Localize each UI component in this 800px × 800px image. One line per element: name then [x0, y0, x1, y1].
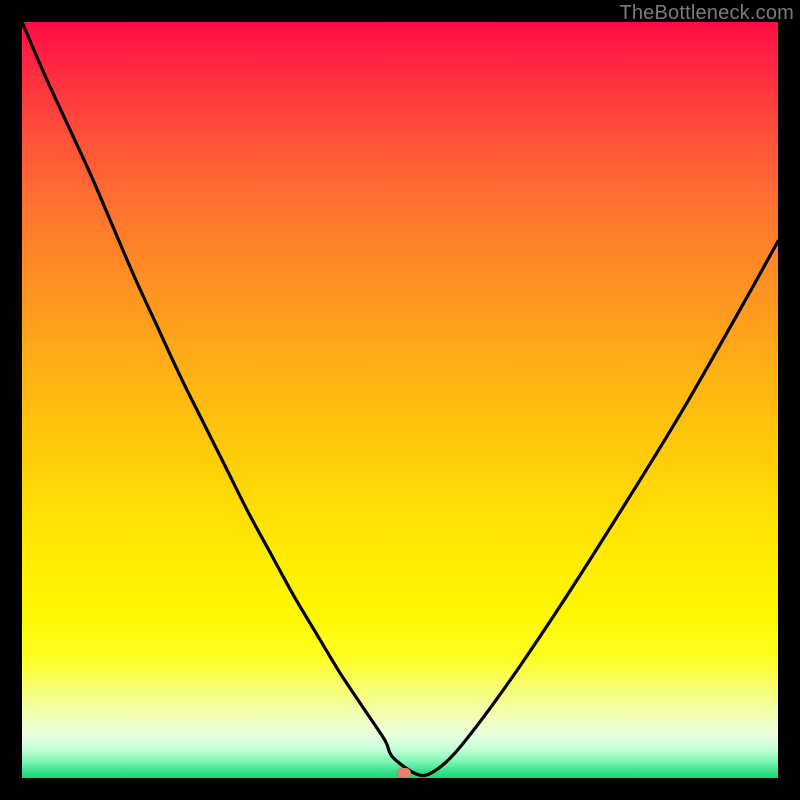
optimal-marker [397, 768, 411, 778]
watermark-text: TheBottleneck.com [619, 2, 794, 25]
bottleneck-curve [22, 22, 778, 778]
chart-frame [22, 22, 778, 778]
